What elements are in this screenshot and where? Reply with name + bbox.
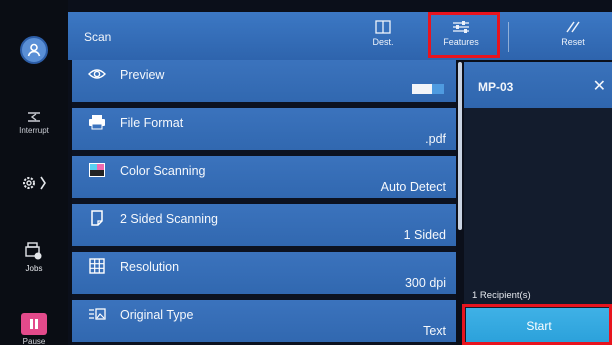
close-icon[interactable]: ✕ <box>593 76 606 96</box>
feature-row-original-type[interactable]: Original Type Text <box>72 300 456 344</box>
dest-label: Dest. <box>372 37 394 47</box>
feature-row-color-scanning[interactable]: Color Scanning Auto Detect <box>72 156 456 200</box>
feature-list: Preview File Format .pdf Color Scanning … <box>72 60 456 345</box>
page-title: Scan <box>84 30 112 44</box>
header-divider <box>508 22 509 52</box>
left-rail: Interrupt Jobs Pause <box>0 0 68 345</box>
recipient-panel: MP-03 ✕ 1 Recipient(s) <box>464 62 612 345</box>
feature-label: Original Type <box>120 308 194 322</box>
feature-row-preview[interactable]: Preview <box>72 60 456 104</box>
feature-label: Color Scanning <box>120 164 206 178</box>
grid-icon <box>89 258 105 274</box>
feature-label: File Format <box>120 116 184 130</box>
recipient-count: 1 Recipient(s) <box>472 290 531 301</box>
feature-row-2-sided-scanning[interactable]: 2 Sided Scanning 1 Sided <box>72 204 456 248</box>
color-swatch-icon <box>89 163 105 177</box>
book-icon <box>375 20 391 34</box>
jobs-label: Jobs <box>25 264 43 273</box>
app-header: Scan Dest. Features Reset <box>68 12 612 60</box>
pause-icon <box>30 319 38 329</box>
feature-label: Preview <box>120 68 165 82</box>
interrupt-button[interactable]: Interrupt <box>0 110 68 135</box>
reset-icon <box>566 21 580 33</box>
feature-label: 2 Sided Scanning <box>120 212 218 226</box>
printer-icon <box>89 115 105 130</box>
list-scrollbar[interactable] <box>458 62 462 230</box>
page-icon <box>91 210 103 226</box>
feature-row-resolution[interactable]: Resolution 300 dpi <box>72 252 456 296</box>
feature-value: Auto Detect <box>380 180 446 194</box>
reset-button[interactable]: Reset <box>538 12 608 60</box>
start-highlight-box <box>462 304 612 345</box>
feature-value: Text <box>423 324 446 338</box>
feature-label: Resolution <box>120 260 180 274</box>
dest-button[interactable]: Dest. <box>358 12 408 60</box>
pause-button[interactable] <box>21 313 47 335</box>
preview-toggle[interactable] <box>412 84 444 94</box>
interrupt-label: Interrupt <box>19 126 49 135</box>
settings-button[interactable] <box>0 174 68 194</box>
jobs-button[interactable]: Jobs <box>0 242 68 273</box>
panel-title: MP-03 <box>478 80 514 94</box>
feature-value: 1 Sided <box>403 228 446 242</box>
gear-icon <box>23 176 46 190</box>
pause-label: Pause <box>22 337 46 345</box>
feature-value: 300 dpi <box>404 276 446 290</box>
features-highlight-box <box>428 12 500 58</box>
user-icon[interactable] <box>20 36 48 64</box>
interrupt-icon <box>28 112 40 122</box>
feature-value: .pdf <box>425 132 446 146</box>
original-type-icon <box>89 308 106 320</box>
reset-label: Reset <box>561 37 585 47</box>
feature-row-file-format[interactable]: File Format .pdf <box>72 108 456 152</box>
eye-icon <box>88 69 106 79</box>
panel-header: MP-03 ✕ <box>464 62 612 108</box>
jobs-icon <box>25 242 42 260</box>
